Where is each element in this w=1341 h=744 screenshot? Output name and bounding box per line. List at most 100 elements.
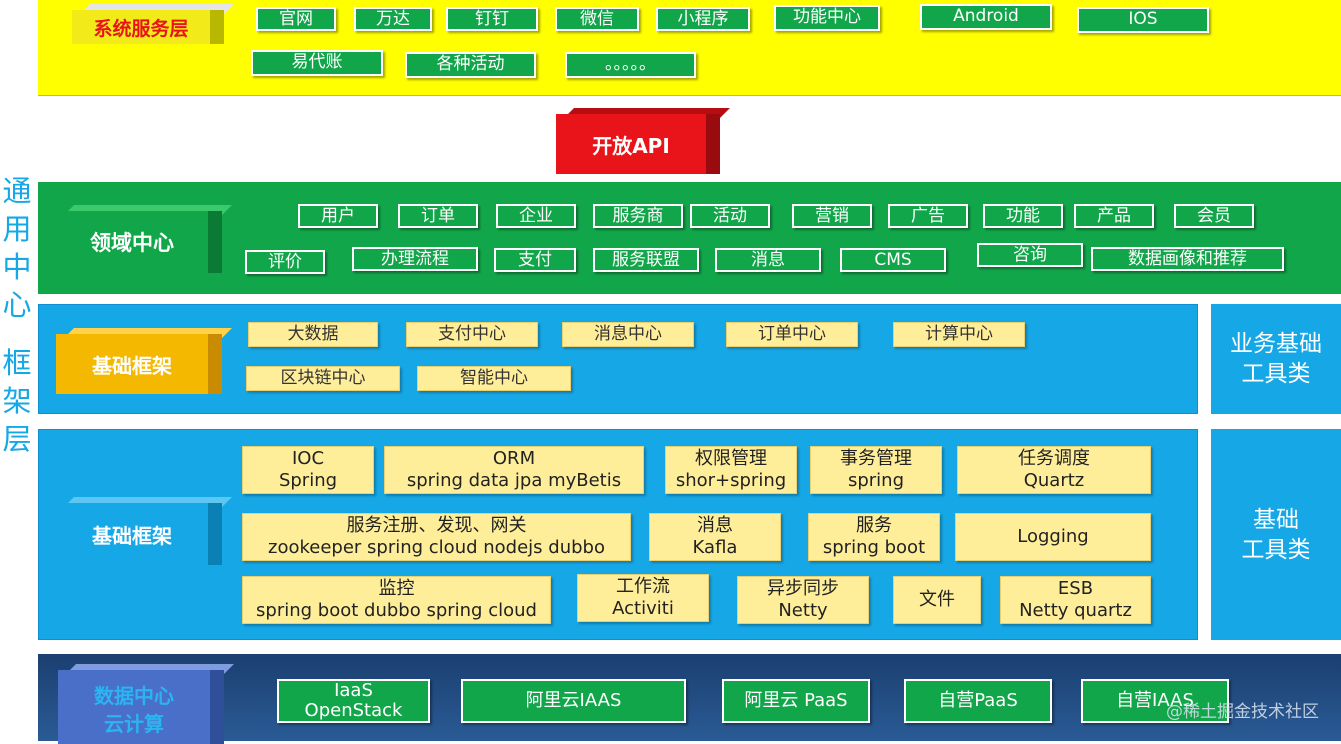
domain-item[interactable]: 企业 xyxy=(496,204,576,228)
tech-item-name: ORM xyxy=(492,448,536,469)
tech-item[interactable]: IOC Spring xyxy=(242,446,374,494)
cloud-item[interactable]: IaaS OpenStack xyxy=(277,679,430,723)
tech-item-name: 工作流 xyxy=(616,576,670,597)
domain-item[interactable]: 活动 xyxy=(690,204,770,228)
data-center-title-line: 数据中心 xyxy=(94,684,174,708)
tech-item[interactable]: 服务注册、发现、网关 zookeeper spring cloud nodejs … xyxy=(242,513,631,561)
domain-item[interactable]: 数据画像和推荐 xyxy=(1091,247,1284,271)
framework-item[interactable]: 消息中心 xyxy=(562,322,694,347)
side-char: 心 xyxy=(2,288,32,322)
system-item[interactable]: IOS xyxy=(1077,7,1209,33)
tech-item[interactable]: 文件 xyxy=(893,576,981,624)
side-char: 层 xyxy=(2,422,32,456)
framework-item[interactable]: 大数据 xyxy=(248,322,378,347)
domain-center-band xyxy=(38,182,1341,294)
domain-item[interactable]: 支付 xyxy=(494,248,576,272)
base-framework-tech-title: 基础框架 xyxy=(56,503,208,565)
domain-item[interactable]: CMS xyxy=(840,248,946,272)
tech-item-name: 权限管理 xyxy=(695,448,767,469)
framework-item[interactable]: 区块链中心 xyxy=(246,366,400,391)
cloud-item-name: IaaS xyxy=(334,680,373,701)
tech-item-tool: Kafla xyxy=(692,537,738,558)
side-char: 框 xyxy=(2,346,32,380)
tech-item[interactable]: 工作流 Activiti xyxy=(577,574,709,622)
open-api-label: 开放API xyxy=(556,114,706,174)
tech-item-tool: spring xyxy=(847,470,905,491)
domain-item[interactable]: 产品 xyxy=(1074,204,1154,228)
system-item[interactable]: 易代账 xyxy=(251,50,383,76)
business-tools-line: 业务基础 xyxy=(1230,331,1322,357)
business-tools-line: 工具类 xyxy=(1241,361,1311,387)
tech-item[interactable]: 消息 Kafla xyxy=(649,513,781,561)
system-item[interactable]: 微信 xyxy=(555,7,639,31)
base-tools-box: 基础 工具类 xyxy=(1211,429,1341,640)
side-char: 中 xyxy=(2,250,32,284)
system-item[interactable]: 小程序 xyxy=(656,7,750,31)
tech-item-name: 监控 xyxy=(378,578,415,599)
tech-item-tool: spring boot dubbo spring cloud xyxy=(256,600,537,621)
domain-item[interactable]: 订单 xyxy=(398,204,478,228)
tech-item[interactable]: 异步同步 Netty xyxy=(737,576,869,624)
tech-item-tool: Netty xyxy=(778,600,828,621)
base-tools-line: 工具类 xyxy=(1241,536,1311,563)
tech-item[interactable]: 任务调度 Quartz xyxy=(957,446,1151,494)
domain-item[interactable]: 功能 xyxy=(983,204,1063,228)
data-center-title-line: 云计算 xyxy=(104,712,164,736)
framework-item[interactable]: 订单中心 xyxy=(726,322,858,347)
tech-item-name: 消息 xyxy=(697,515,733,536)
domain-item[interactable]: 消息 xyxy=(715,248,821,272)
tech-item[interactable]: ORM spring data jpa myBetis xyxy=(384,446,644,494)
data-center-title: 数据中心 云计算 xyxy=(58,670,210,744)
tech-item[interactable]: 服务 spring boot xyxy=(808,513,940,561)
system-item[interactable]: 万达 xyxy=(354,7,432,31)
domain-item[interactable]: 会员 xyxy=(1174,204,1254,228)
tech-item-name: 任务调度 xyxy=(1018,448,1090,469)
system-item[interactable]: 功能中心 xyxy=(774,5,880,31)
tech-item-name: 事务管理 xyxy=(840,448,912,469)
tech-item[interactable]: 权限管理 shor+spring xyxy=(665,446,797,494)
tech-item[interactable]: 监控 spring boot dubbo spring cloud xyxy=(242,576,551,624)
tech-item[interactable]: ESB Netty quartz xyxy=(1000,576,1151,624)
cloud-item[interactable]: 阿里云IAAS xyxy=(461,679,686,723)
tech-item-tool: zookeeper spring cloud nodejs dubbo xyxy=(268,537,605,558)
domain-item[interactable]: 营销 xyxy=(792,204,872,228)
framework-item[interactable]: 智能中心 xyxy=(417,366,571,391)
base-framework-business-title: 基础框架 xyxy=(56,334,208,394)
side-char: 通 xyxy=(2,174,32,208)
base-framework-tech-title-block: 基础框架 xyxy=(56,497,232,565)
tech-item-tool: Spring xyxy=(278,470,338,491)
tech-item-tool: Quartz xyxy=(1023,470,1085,491)
side-char xyxy=(0,324,34,344)
system-item[interactable]: 钉钉 xyxy=(446,7,538,31)
tech-item-tool: spring data jpa myBetis xyxy=(406,470,622,491)
system-item[interactable]: Android xyxy=(920,4,1052,30)
domain-item[interactable]: 服务联盟 xyxy=(593,248,699,272)
system-item[interactable]: 。。。。。 xyxy=(565,52,696,78)
system-service-layer-title: 系统服务层 xyxy=(72,10,210,44)
domain-item[interactable]: 办理流程 xyxy=(352,247,478,271)
tech-item-tool: Activiti xyxy=(612,598,674,619)
system-item[interactable]: 官网 xyxy=(256,7,336,31)
system-item[interactable]: 各种活动 xyxy=(405,52,536,78)
tech-item-name: 服务 xyxy=(856,515,892,536)
tech-item[interactable]: 事务管理 spring xyxy=(810,446,942,494)
open-api-block[interactable]: 开放API xyxy=(556,108,730,174)
tech-item-name: 文件 xyxy=(919,589,955,610)
tech-item-name: IOC xyxy=(291,448,325,469)
tech-item-name: ESB xyxy=(1057,578,1094,599)
framework-item[interactable]: 计算中心 xyxy=(893,322,1025,347)
domain-item[interactable]: 咨询 xyxy=(977,243,1083,267)
tech-item[interactable]: Logging xyxy=(955,513,1151,561)
domain-item[interactable]: 用户 xyxy=(298,204,378,228)
business-tools-box: 业务基础 工具类 xyxy=(1211,304,1341,414)
cloud-item[interactable]: 阿里云 PaaS xyxy=(722,679,870,723)
domain-item[interactable]: 评价 xyxy=(245,250,325,274)
domain-item[interactable]: 广告 xyxy=(888,204,968,228)
base-framework-business-title-block: 基础框架 xyxy=(56,328,232,394)
base-tools-line: 基础 xyxy=(1253,506,1299,533)
cloud-item[interactable]: 自营PaaS xyxy=(904,679,1052,723)
tech-item-tool: Netty quartz xyxy=(1019,600,1132,621)
framework-item[interactable]: 支付中心 xyxy=(406,322,538,347)
domain-item[interactable]: 服务商 xyxy=(593,204,683,228)
tech-item-name: Logging xyxy=(1017,526,1089,547)
